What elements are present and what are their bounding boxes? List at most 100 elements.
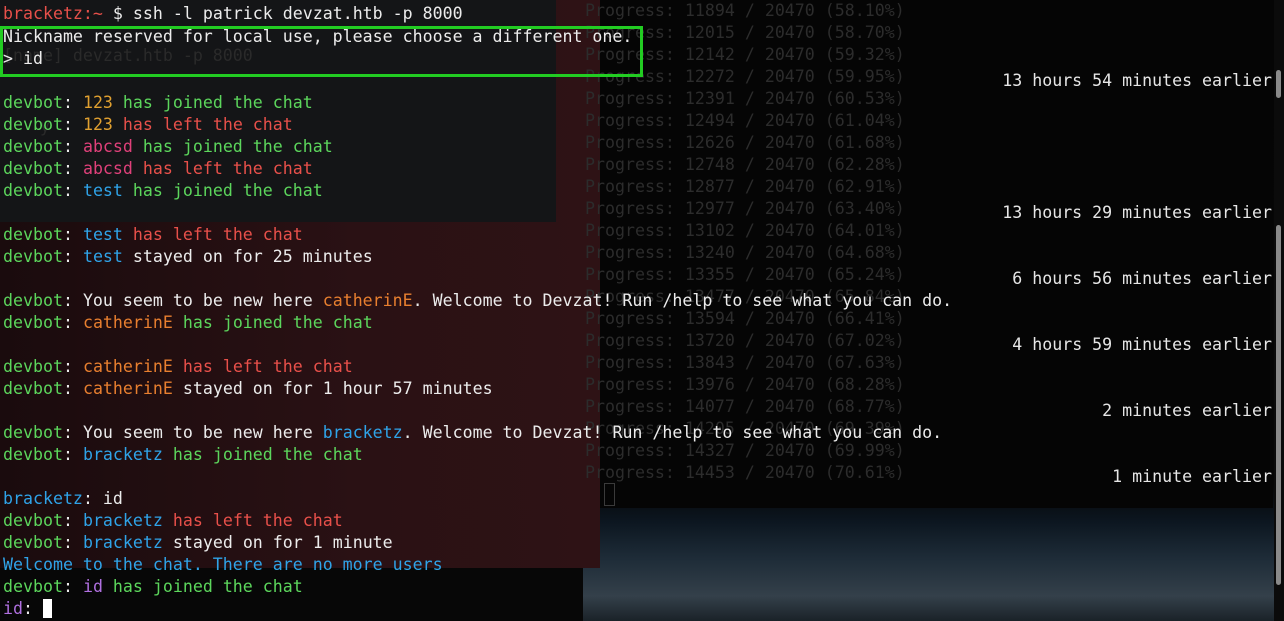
text-cursor	[42, 599, 52, 618]
message-sender: devbot	[3, 291, 63, 310]
message-sender: devbot	[3, 313, 63, 332]
message-text: stayed on for 1 minute	[162, 533, 393, 552]
message-username: 123	[82, 93, 113, 112]
message-username: bracketz	[82, 533, 163, 552]
chat-message: devbot: bracketz has joined the chat	[3, 444, 363, 466]
message-sender: devbot	[3, 577, 63, 596]
message-username: test	[82, 181, 123, 200]
message-sender: devbot	[3, 137, 63, 156]
welcome-message: Welcome to the chat. There are no more u…	[3, 555, 443, 574]
progress-line: Progress: 13976 / 20470 (68.28%)	[585, 375, 905, 394]
message-separator: :	[62, 291, 73, 310]
chat-message: devbot: test has joined the chat	[3, 180, 323, 202]
chat-message: devbot: test stayed on for 25 minutes	[3, 246, 373, 268]
chat-message: devbot: test has left the chat	[3, 224, 303, 246]
message-text: has joined the chat	[102, 577, 303, 596]
progress-line: Progress: 13240 / 20470 (64.68%)	[585, 243, 905, 262]
message-text: has left the chat	[172, 357, 353, 376]
background-cursor	[604, 483, 615, 506]
chat-message: bracketz: id	[3, 488, 123, 510]
message-separator: :	[62, 93, 73, 112]
message-sender: bracketz	[3, 489, 83, 508]
timestamp: 1 minute earlier	[1112, 467, 1272, 486]
message-text: stayed on for 1 hour 57 minutes	[172, 379, 493, 398]
scrollbar[interactable]	[1274, 0, 1284, 621]
progress-line: Progress: 12626 / 20470 (61.68%)	[585, 133, 905, 152]
chat-message: Welcome to the chat. There are no more u…	[3, 554, 443, 576]
message-separator: :	[62, 247, 73, 266]
message-username: 123	[82, 115, 113, 134]
timestamp: 13 hours 29 minutes earlier	[1002, 203, 1272, 222]
chat-message: devbot: 123 has left the chat	[3, 114, 293, 136]
chat-message: devbot: bracketz has left the chat	[3, 510, 343, 532]
message-text: . Welcome to Devzat! Run /help to see wh…	[412, 291, 953, 310]
message-text: id	[92, 489, 123, 508]
message-username: catherinE	[82, 313, 173, 332]
message-username: bracketz	[322, 423, 403, 442]
message-text: has left the chat	[162, 511, 343, 530]
message-separator: :	[62, 577, 73, 596]
message-separator: :	[62, 511, 73, 530]
timestamp: 2 minutes earlier	[1102, 401, 1272, 420]
chat-message: devbot: abcsd has joined the chat	[3, 136, 333, 158]
chat-message: devbot: bracketz stayed on for 1 minute	[3, 532, 393, 554]
message-text: stayed on for 25 minutes	[122, 247, 373, 266]
progress-line: Progress: 13102 / 20470 (64.01%)	[585, 221, 905, 240]
message-sender: devbot	[3, 93, 63, 112]
chat-message: devbot: catherinE stayed on for 1 hour 5…	[3, 378, 493, 400]
timestamp: 13 hours 54 minutes earlier	[1002, 71, 1272, 90]
message-text: has left the chat	[122, 225, 303, 244]
chat-input-line[interactable]: id:	[3, 598, 52, 620]
message-prefix: You seem to be new here	[72, 291, 323, 310]
message-username: catherinE	[322, 291, 413, 310]
message-username: bracketz	[82, 511, 163, 530]
chat-message: devbot: catherinE has joined the chat	[3, 312, 373, 334]
message-username: abcsd	[82, 137, 133, 156]
message-sender: devbot	[3, 181, 63, 200]
progress-line: Progress: 12391 / 20470 (60.53%)	[585, 89, 905, 108]
chat-message: devbot: abcsd has left the chat	[3, 158, 313, 180]
progress-line: Progress: 14453 / 20470 (70.61%)	[585, 463, 905, 482]
message-username: test	[82, 247, 123, 266]
message-sender: devbot	[3, 423, 63, 442]
message-text: has joined the chat	[162, 445, 363, 464]
chat-message: devbot: You seem to be new here bracketz…	[3, 422, 942, 444]
progress-line: Progress: 11894 / 20470 (58.10%)	[585, 1, 905, 20]
message-text: has joined the chat	[132, 137, 333, 156]
message-separator: :	[62, 159, 73, 178]
progress-line: Progress: 12877 / 20470 (62.91%)	[585, 177, 905, 196]
timestamp: 4 hours 59 minutes earlier	[1012, 335, 1272, 354]
message-sender: devbot	[3, 159, 63, 178]
input-username: id	[3, 599, 23, 618]
message-sender: devbot	[3, 533, 63, 552]
scrollbar-thumb-secondary[interactable]	[1276, 225, 1281, 585]
shell-prompt-line: bracketz:~ $ ssh -l patrick devzat.htb -…	[3, 3, 463, 25]
message-username: test	[82, 225, 123, 244]
message-sender: devbot	[3, 225, 63, 244]
message-sender: devbot	[3, 445, 63, 464]
message-separator: :	[62, 423, 73, 442]
message-separator: :	[62, 445, 73, 464]
message-sender: devbot	[3, 379, 63, 398]
message-text: has joined the chat	[122, 181, 323, 200]
scrollbar-thumb[interactable]	[1276, 70, 1281, 98]
message-text: has left the chat	[112, 115, 293, 134]
chat-message: devbot: 123 has joined the chat	[3, 92, 313, 114]
message-separator: :	[62, 357, 73, 376]
message-text: has joined the chat	[112, 93, 313, 112]
message-prefix: You seem to be new here	[72, 423, 323, 442]
message-sender: devbot	[3, 247, 63, 266]
timestamp: 6 hours 56 minutes earlier	[1012, 269, 1272, 288]
